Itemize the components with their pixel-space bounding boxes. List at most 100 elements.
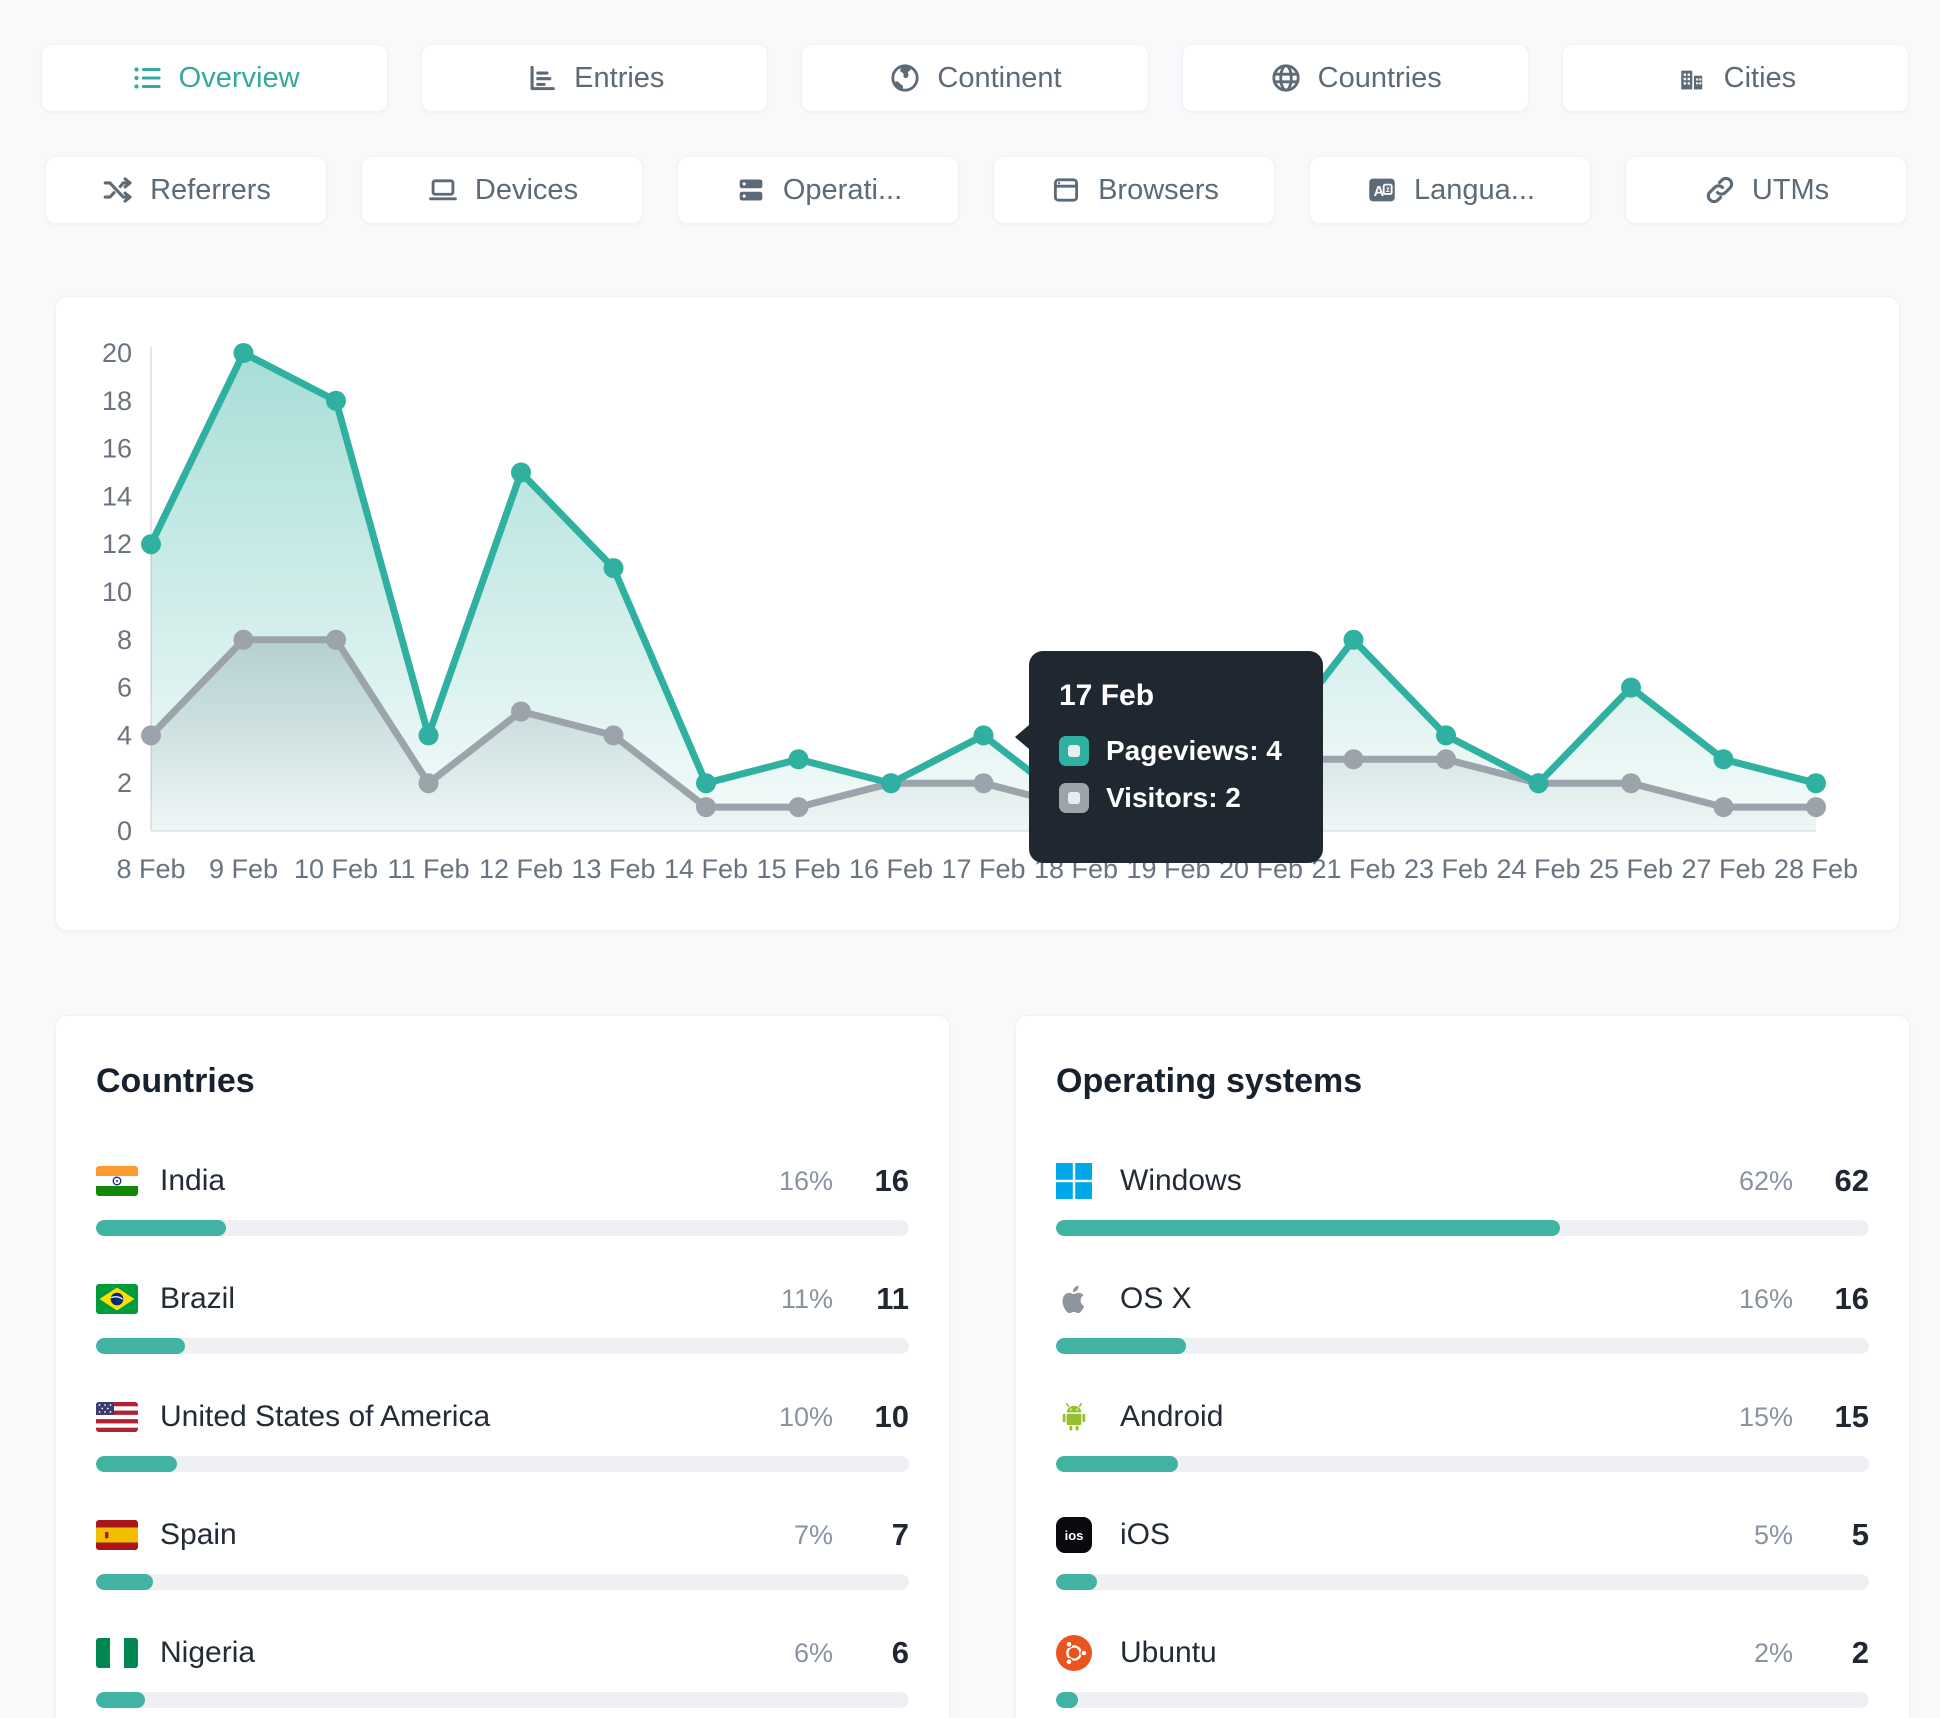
visitors-point-27-feb[interactable] — [1713, 797, 1734, 818]
chart-tooltip: 17 Feb Pageviews: 4 Visitors: 2 — [1015, 651, 1323, 863]
x-tick-label: 16 Feb — [849, 854, 933, 884]
x-tick-label: 28 Feb — [1774, 854, 1858, 884]
list-item-ubuntu[interactable]: Ubuntu 2% 2 — [1056, 1631, 1869, 1708]
tab-label: Operati... — [782, 173, 903, 206]
pageviews-point-8-feb[interactable] — [141, 534, 161, 555]
tab-countries[interactable]: Countries — [1181, 44, 1529, 112]
progress-bar — [96, 1338, 909, 1354]
visitors-point-15-feb[interactable] — [788, 797, 809, 818]
list-item-spain[interactable]: Spain 7% 7 — [96, 1513, 909, 1590]
progress-bar — [96, 1220, 909, 1236]
windows-icon — [1056, 1163, 1104, 1199]
earth-icon — [888, 61, 922, 95]
tooltip-date: 17 Feb — [1059, 679, 1155, 712]
tab-operati[interactable]: Operati... — [677, 156, 959, 224]
pageviews-point-24-feb[interactable] — [1528, 773, 1549, 794]
visitors-point-28-feb[interactable] — [1806, 797, 1826, 818]
tab-overview[interactable]: Overview — [41, 44, 389, 112]
chart-card: 0 2 4 6 8 10 12 14 16 18 20 8 Feb 9 Feb 10 Feb 11 Feb 1… — [55, 296, 1900, 931]
pageviews-visitors-chart[interactable]: 0 2 4 6 8 10 12 14 16 18 20 8 Feb 9 Feb 10 Feb 11 Feb 1… — [56, 297, 1901, 932]
visitors-point-8-feb[interactable] — [141, 725, 161, 746]
browser-icon — [1049, 173, 1083, 207]
item-name: Ubuntu — [1120, 1636, 1217, 1669]
list-item-os-x[interactable]: OS X 16% 16 — [1056, 1277, 1869, 1354]
pageviews-point-21-feb[interactable] — [1343, 629, 1364, 650]
pageviews-point-10-feb[interactable] — [326, 390, 346, 411]
y-tick-label: 12 — [102, 529, 132, 559]
item-percent: 7% — [793, 1519, 833, 1550]
pageviews-point-28-feb[interactable] — [1806, 773, 1826, 794]
x-tick-label: 9 Feb — [209, 854, 278, 884]
tab-continent[interactable]: Continent — [801, 44, 1149, 112]
item-name: United States of America — [160, 1400, 491, 1433]
y-tick-label: 4 — [117, 720, 132, 750]
tooltip-row-text: Pageviews: 4 — [1106, 735, 1282, 766]
tab-devices[interactable]: Devices — [361, 156, 643, 224]
item-value: 2 — [1851, 1635, 1869, 1670]
flag-spain — [96, 1520, 144, 1550]
progress-bar — [1056, 1574, 1869, 1590]
pageviews-point-23-feb[interactable] — [1436, 725, 1456, 746]
pageviews-point-27-feb[interactable] — [1713, 749, 1734, 770]
tab-utms[interactable]: UTMs — [1625, 156, 1907, 224]
tab-label: Entries — [574, 61, 665, 94]
flag-usa — [96, 1402, 144, 1432]
list-item-united-states-of-america[interactable]: United States of America 10% 10 — [96, 1395, 909, 1472]
tab-entries[interactable]: Entries — [421, 44, 769, 112]
flag-nigeria — [96, 1638, 144, 1668]
pageviews-point-13-feb[interactable] — [603, 558, 624, 579]
visitors-point-17-feb[interactable] — [973, 773, 994, 794]
tab-cities[interactable]: Cities — [1561, 44, 1910, 112]
visitors-point-12-feb[interactable] — [511, 701, 531, 722]
x-tick-label: 25 Feb — [1589, 854, 1673, 884]
pageviews-point-14-feb[interactable] — [696, 773, 716, 794]
visitors-point-14-feb[interactable] — [696, 797, 716, 818]
item-value: 16 — [1834, 1281, 1869, 1316]
tab-langua[interactable]: Az Langua... — [1309, 156, 1591, 224]
visitors-point-23-feb[interactable] — [1436, 749, 1456, 770]
pageviews-point-15-feb[interactable] — [788, 749, 809, 770]
item-percent: 6% — [793, 1637, 833, 1668]
visitors-point-9-feb[interactable] — [233, 629, 254, 650]
list-item-india[interactable]: India 16% 16 — [96, 1159, 909, 1236]
y-tick-label: 18 — [102, 386, 132, 416]
pageviews-point-17-feb[interactable] — [973, 725, 994, 746]
y-tick-label: 16 — [102, 434, 132, 464]
list-item-nigeria[interactable]: Nigeria 6% 6 — [96, 1631, 909, 1708]
visitors-point-25-feb[interactable] — [1621, 773, 1641, 794]
countries-card-title: Countries — [96, 1062, 255, 1100]
visitors-point-13-feb[interactable] — [603, 725, 624, 746]
pageviews-point-11-feb[interactable] — [418, 725, 439, 746]
list-item-ios[interactable]: ios iOS 5% 5 — [1056, 1513, 1869, 1590]
visitors-point-21-feb[interactable] — [1343, 749, 1364, 770]
tab-label: Overview — [178, 61, 300, 94]
tab-label: Devices — [474, 173, 579, 206]
os-list: Windows 62% 62 OS X 16% 16 Android 15% 15 ios iOS 5… — [1056, 1159, 1869, 1708]
item-percent: 10% — [778, 1401, 833, 1432]
item-value: 11 — [876, 1281, 909, 1316]
tab-browsers[interactable]: Browsers — [993, 156, 1275, 224]
laptop-icon — [426, 173, 460, 207]
visitors-point-11-feb[interactable] — [418, 773, 439, 794]
tab-row-1: Overview Entries Continent Countries Cities — [41, 44, 1910, 112]
y-tick-label: 10 — [102, 577, 132, 607]
pageviews-point-12-feb[interactable] — [511, 462, 531, 483]
analytics-dashboard: Overview Entries Continent Countries Cities … — [0, 0, 1940, 1718]
pageviews-point-25-feb[interactable] — [1621, 677, 1641, 698]
x-tick-label: 15 Feb — [756, 854, 840, 884]
list-item-brazil[interactable]: Brazil 11% 11 — [96, 1277, 909, 1354]
item-value: 62 — [1834, 1163, 1869, 1198]
visitors-point-10-feb[interactable] — [326, 629, 346, 650]
list-item-android[interactable]: Android 15% 15 — [1056, 1395, 1869, 1472]
pageviews-point-16-feb[interactable] — [881, 773, 901, 794]
list-item-windows[interactable]: Windows 62% 62 — [1056, 1159, 1869, 1236]
flag-brazil — [96, 1284, 144, 1314]
pageviews-point-9-feb[interactable] — [233, 343, 254, 363]
x-tick-label: 21 Feb — [1311, 854, 1395, 884]
item-value: 5 — [1851, 1517, 1869, 1552]
flag-india — [96, 1166, 144, 1196]
tab-referrers[interactable]: Referrers — [45, 156, 327, 224]
progress-bar — [1056, 1338, 1869, 1354]
progress-bar — [96, 1456, 909, 1472]
ios-icon: ios — [1056, 1517, 1104, 1553]
